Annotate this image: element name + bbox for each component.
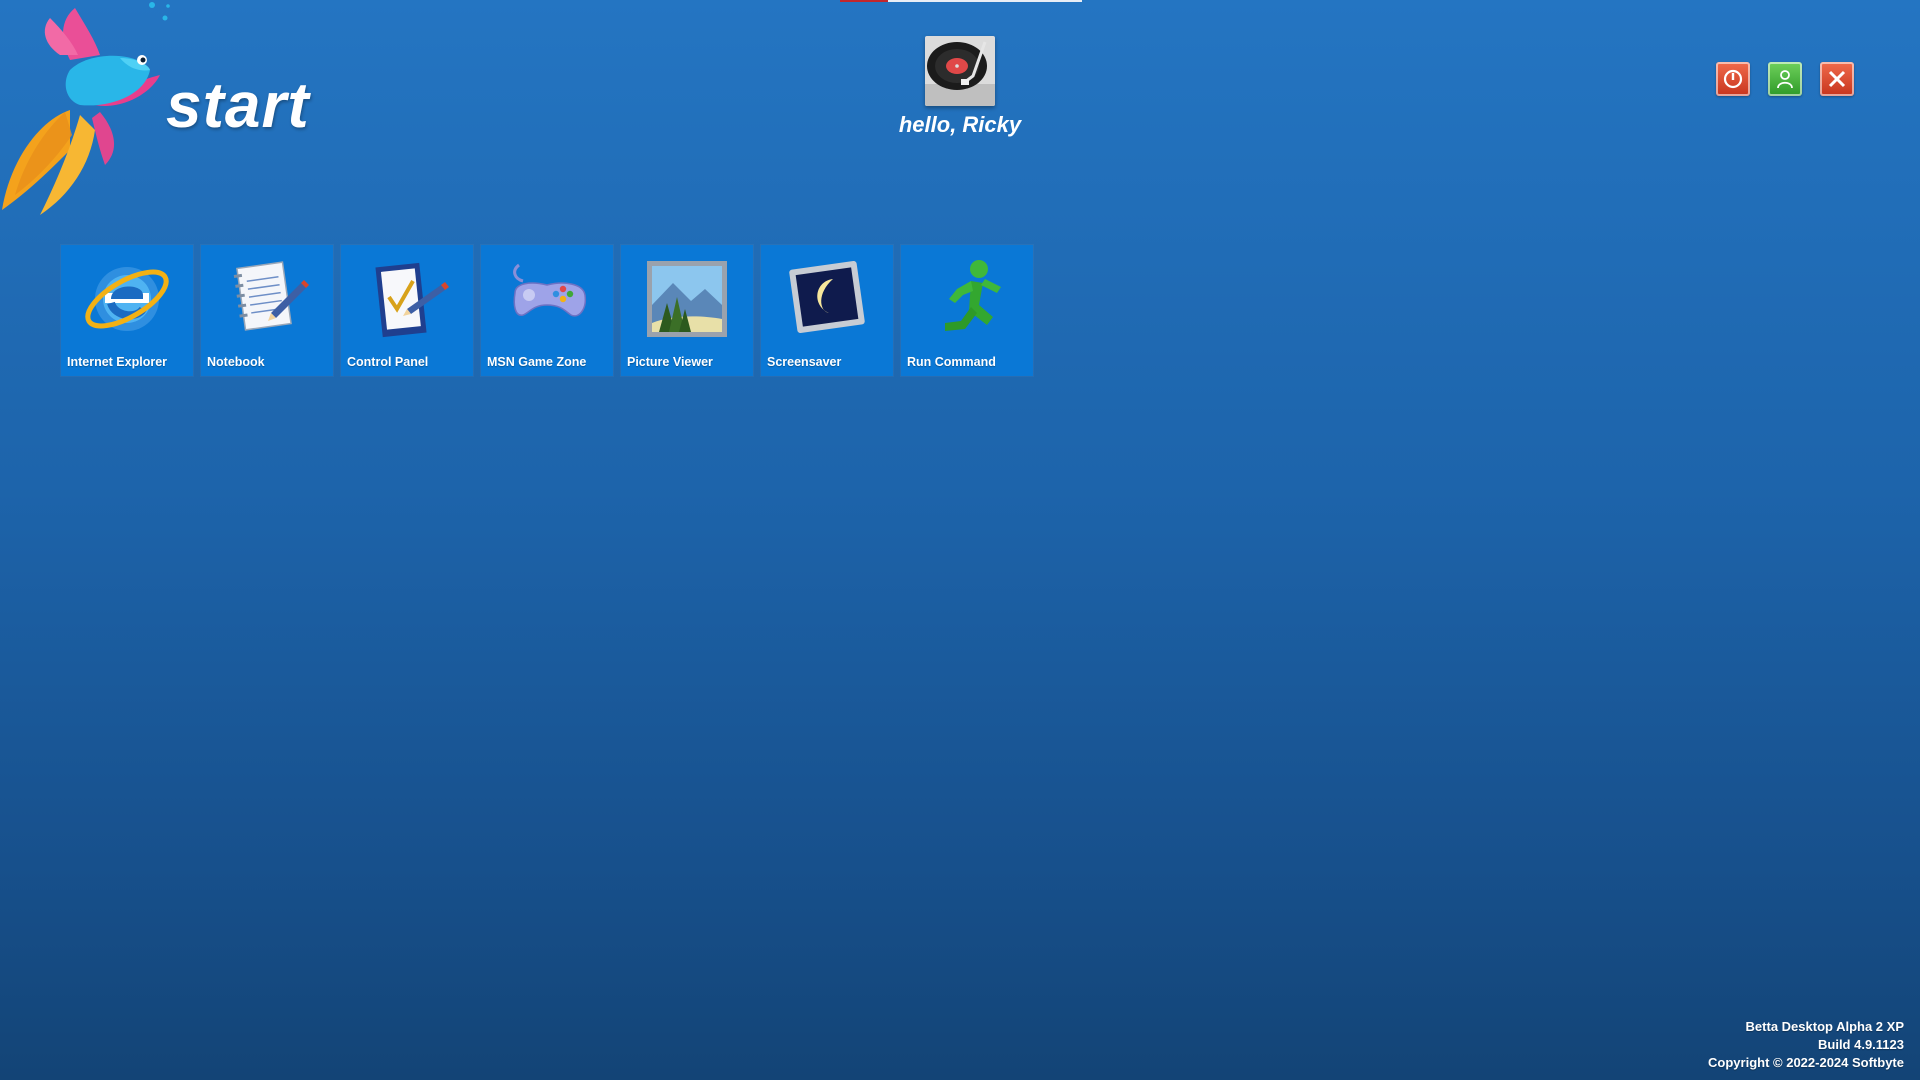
tile-notebook[interactable]: Notebook (201, 245, 333, 376)
loading-progress-bar (840, 0, 1082, 2)
greeting-text: hello, Ricky (898, 112, 1022, 137)
tile-label: Notebook (207, 355, 265, 369)
tile-label: MSN Game Zone (487, 355, 587, 369)
user-block: hello, Ricky (880, 36, 1040, 138)
close-button[interactable] (1820, 62, 1854, 96)
tile-run-command[interactable]: Run Command (901, 245, 1033, 376)
user-icon (1777, 70, 1793, 89)
gamepad-icon (513, 263, 587, 317)
version-info: Betta Desktop Alpha 2 XP Build 4.9.1123 … (1708, 1018, 1904, 1072)
tile-label: Screensaver (767, 355, 842, 369)
betta-fish-logo (2, 2, 170, 215)
tile-msn-game-zone[interactable]: MSN Game Zone (481, 245, 613, 376)
running-man-icon (945, 260, 1001, 331)
record-player-icon (925, 36, 995, 106)
copyright-text: Copyright © 2022-2024 Softbyte (1708, 1055, 1904, 1070)
shutdown-button[interactable] (1716, 62, 1750, 96)
user-avatar[interactable] (925, 36, 995, 106)
build-number: Build 4.9.1123 (1818, 1037, 1904, 1052)
start-title: start (166, 69, 310, 141)
close-icon (1828, 70, 1846, 88)
tile-picture-viewer[interactable]: Picture Viewer (621, 245, 753, 376)
session-buttons (1716, 62, 1854, 96)
tile-label: Run Command (907, 355, 996, 369)
switch-user-button[interactable] (1768, 62, 1802, 96)
power-icon (1723, 69, 1743, 89)
notebook-icon (233, 261, 309, 331)
product-name: Betta Desktop Alpha 2 XP (1745, 1019, 1904, 1034)
moon-monitor-icon (789, 260, 865, 334)
picture-icon (647, 261, 727, 337)
tile-label: Internet Explorer (67, 355, 168, 369)
tile-internet-explorer[interactable]: Internet Explorer (61, 245, 193, 376)
tile-screensaver[interactable]: Screensaver (761, 245, 893, 376)
tile-label: Control Panel (347, 355, 429, 369)
tile-label: Picture Viewer (627, 355, 713, 369)
app-tiles: Internet Explorer Notebook Control Panel… (61, 245, 1033, 376)
tile-control-panel[interactable]: Control Panel (341, 245, 473, 376)
loading-progress-fill (840, 0, 889, 2)
internet-explorer-icon (85, 267, 169, 331)
control-panel-icon (375, 262, 449, 338)
